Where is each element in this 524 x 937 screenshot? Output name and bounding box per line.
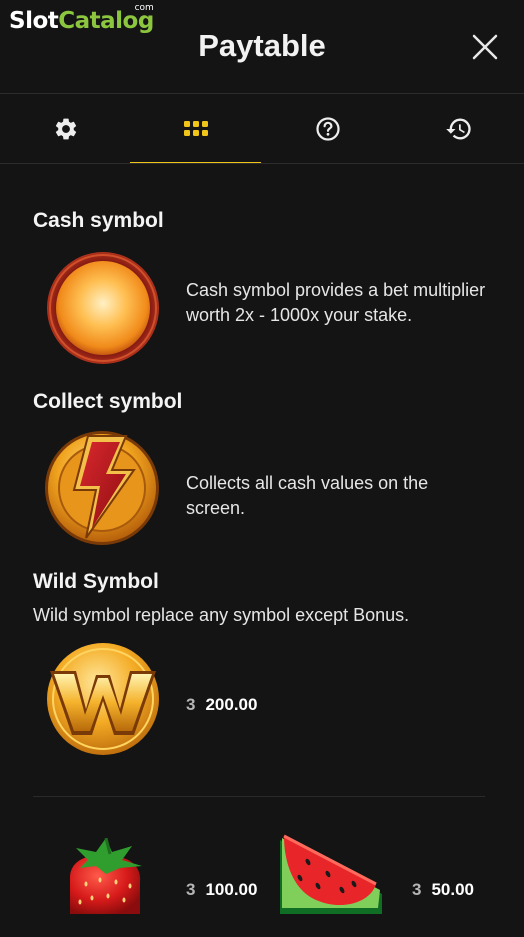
wild-payout: 3 200.00	[186, 695, 257, 715]
watermelon-payout-count: 3	[412, 880, 422, 899]
wild-payout-value: 200.00	[205, 695, 258, 714]
watermelon-symbol-image	[278, 834, 384, 919]
collect-symbol-image	[40, 430, 164, 551]
grid-icon	[183, 121, 208, 136]
cash-symbol-title: Cash symbol	[33, 209, 164, 232]
page-title: Paytable	[198, 28, 326, 63]
cash-symbol-description: Cash symbol provides a bet multiplier wo…	[186, 280, 486, 325]
tab-paytable[interactable]	[130, 94, 261, 164]
collect-symbol-title: Collect symbol	[33, 390, 183, 413]
wild-symbol-image	[44, 641, 162, 762]
cash-symbol-image	[46, 251, 160, 370]
question-icon	[315, 117, 340, 141]
collect-symbol-description: Collects all cash values on the screen.	[186, 473, 429, 518]
tabs-divider	[0, 163, 524, 164]
tab-history[interactable]	[393, 94, 524, 164]
tab-settings[interactable]	[0, 94, 131, 164]
close-icon	[472, 34, 498, 60]
watermelon-payout: 3 50.00	[412, 880, 474, 900]
gear-icon	[55, 118, 76, 140]
section-separator	[33, 796, 485, 797]
watermelon-payout-value: 50.00	[431, 880, 475, 899]
wild-payout-count: 3	[186, 695, 196, 714]
strawberry-payout-value: 100.00	[205, 880, 258, 899]
close-button[interactable]	[470, 32, 500, 62]
strawberry-payout-count: 3	[186, 880, 196, 899]
header: SlotCatalog com Paytable	[0, 0, 524, 93]
tab-bar	[0, 94, 524, 164]
tab-help[interactable]	[262, 94, 393, 164]
logo-suffix: com	[134, 3, 154, 13]
strawberry-payout: 3 100.00	[186, 880, 257, 900]
wild-symbol-description: Wild symbol replace any symbol except Bo…	[33, 605, 410, 625]
wild-symbol-title: Wild Symbol	[33, 570, 159, 593]
strawberry-symbol-image	[66, 837, 156, 919]
history-icon	[445, 118, 471, 140]
